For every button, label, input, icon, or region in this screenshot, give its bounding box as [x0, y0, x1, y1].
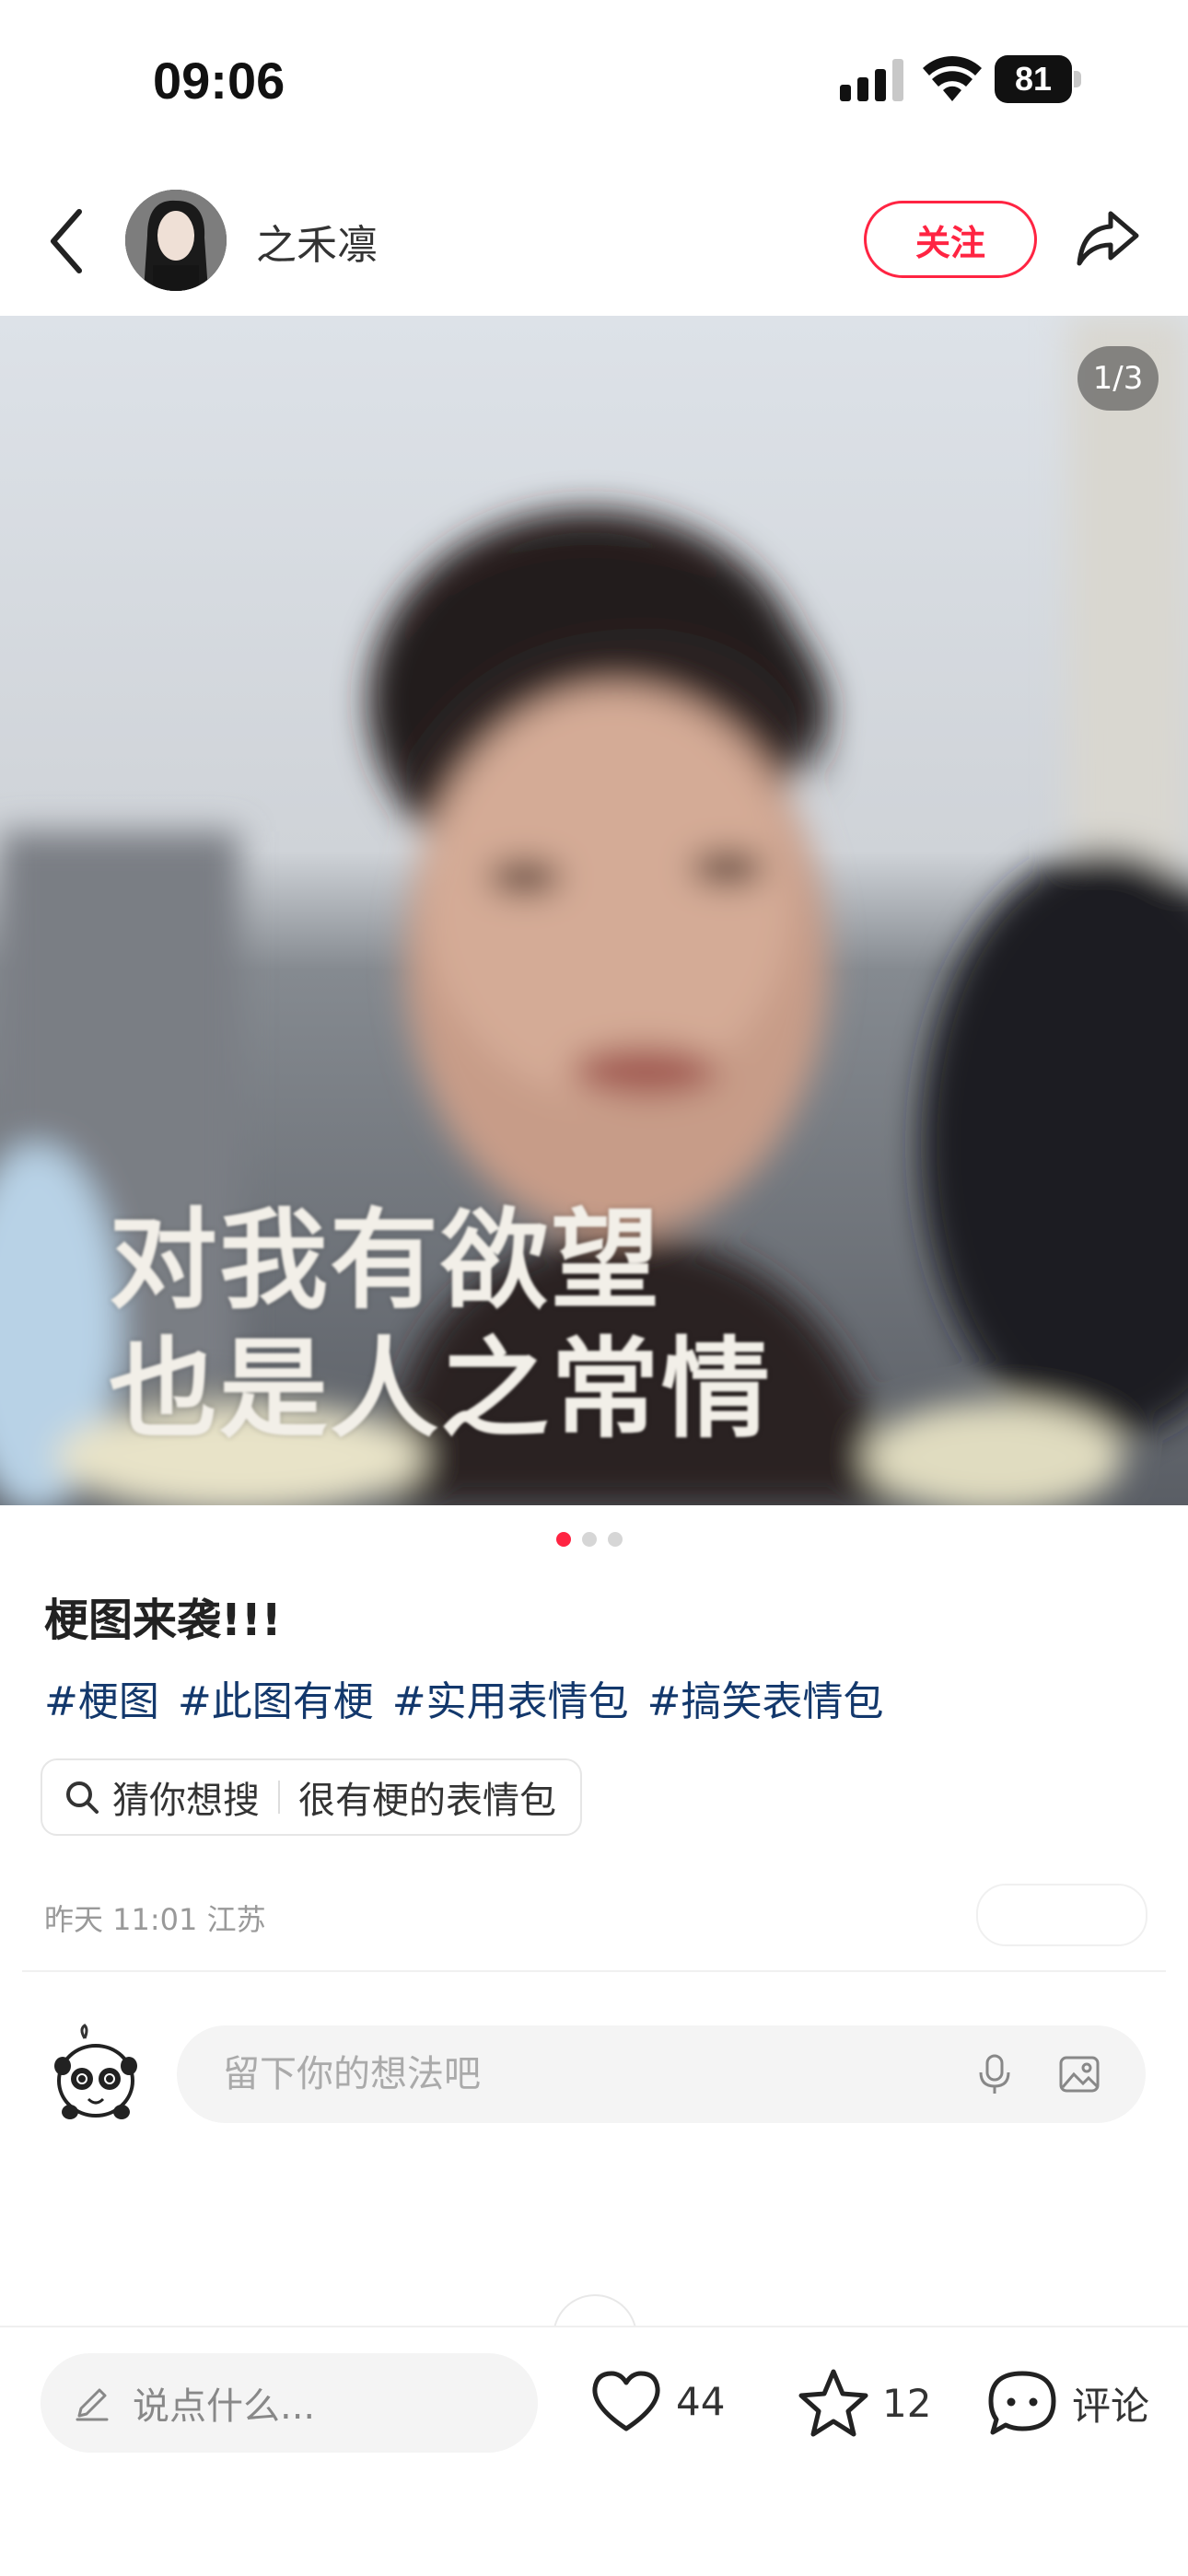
say-something-input[interactable]: 说点什么... — [41, 2353, 538, 2453]
post-image[interactable]: 对我有欲望 也是人之常情 — [0, 316, 1188, 1505]
post-title: 梗图来袭!!! — [44, 1595, 282, 1646]
tag[interactable]: #梗图 — [44, 1668, 159, 1727]
placeholder-pill — [976, 1884, 1147, 1946]
tag[interactable]: #搞笑表情包 — [647, 1668, 884, 1727]
wifi-icon — [923, 56, 982, 101]
user-avatar[interactable] — [52, 2022, 140, 2123]
like-count: 44 — [676, 2378, 726, 2424]
carousel-dot — [582, 1532, 597, 1547]
image-counter: 1/3 — [1077, 346, 1159, 411]
heart-icon — [592, 2371, 660, 2431]
comment-button[interactable]: 评论 — [985, 2368, 1149, 2438]
search-icon — [66, 1781, 99, 1814]
section-divider — [22, 1970, 1166, 1972]
comment-label: 评论 — [1072, 2383, 1150, 2429]
mic-icon[interactable] — [973, 2052, 1017, 2096]
status-time: 09:06 — [153, 52, 285, 110]
author-name[interactable]: 之禾凛 — [256, 212, 378, 271]
battery-indicator: 81 — [995, 55, 1083, 103]
signal-icon — [840, 59, 903, 101]
suggested-search[interactable]: 猜你想搜 很有梗的表情包 — [41, 1758, 582, 1836]
follow-button[interactable]: 关注 — [864, 201, 1037, 278]
tag-list: #梗图 #此图有梗 #实用表情包 #搞笑表情包 — [44, 1668, 884, 1727]
share-icon[interactable] — [1074, 204, 1140, 271]
star-icon — [798, 2369, 868, 2437]
comment-input-box[interactable] — [177, 2025, 1146, 2123]
favorite-button[interactable]: 12 — [798, 2368, 931, 2438]
favorite-count: 12 — [882, 2380, 932, 2426]
back-icon[interactable] — [46, 204, 87, 278]
image-caption-line2: 也是人之常情 — [109, 1326, 773, 1453]
carousel-dot-active — [556, 1532, 571, 1547]
pen-icon — [76, 2388, 109, 2421]
tag[interactable]: #此图有梗 — [178, 1668, 374, 1727]
image-icon[interactable] — [1057, 2052, 1101, 2096]
comment-icon — [988, 2371, 1056, 2435]
carousel-dots — [556, 1532, 623, 1547]
battery-level: 81 — [1014, 60, 1053, 98]
suggest-label: 猜你想搜 — [112, 1780, 260, 1822]
divider — [278, 1781, 280, 1814]
post-meta: 昨天 11:01 江苏 — [44, 1902, 266, 1937]
suggest-query: 很有梗的表情包 — [298, 1780, 556, 1822]
say-placeholder: 说点什么... — [133, 2385, 316, 2428]
carousel-dot — [608, 1532, 623, 1547]
like-button[interactable]: 44 — [589, 2368, 725, 2434]
author-avatar[interactable] — [125, 190, 227, 291]
comment-input[interactable] — [221, 2052, 932, 2096]
tag[interactable]: #实用表情包 — [392, 1668, 629, 1727]
